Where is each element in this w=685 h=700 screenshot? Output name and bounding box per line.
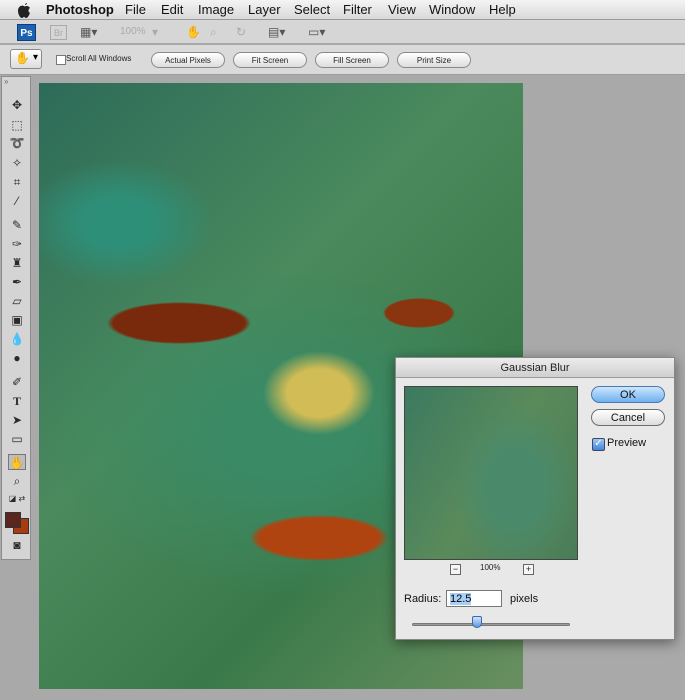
clone-stamp-icon[interactable]: ♜ [8, 255, 26, 271]
magic-wand-icon[interactable]: ✧ [8, 155, 26, 171]
fill-screen-button[interactable]: Fill Screen [315, 52, 389, 68]
radius-label: Radius: [404, 593, 442, 605]
preview-checkbox[interactable]: ✓ [592, 438, 605, 451]
blur-preview[interactable] [404, 386, 578, 560]
screen-mode-icon[interactable]: ▭▾ [308, 25, 325, 39]
dialog-title[interactable]: Gaussian Blur [396, 358, 674, 378]
rotate-view-icon[interactable]: ↻ [236, 25, 246, 39]
preview-label: Preview [607, 437, 647, 449]
menu-image[interactable]: Image [198, 2, 234, 17]
type-icon[interactable]: T [8, 393, 26, 409]
scroll-all-windows-checkbox[interactable] [56, 55, 66, 65]
menu-file[interactable]: File [125, 2, 146, 17]
collapse-icon[interactable]: » [4, 77, 8, 86]
cancel-button[interactable]: Cancel [591, 409, 665, 426]
menu-filter[interactable]: Filter [343, 2, 372, 17]
menu-window[interactable]: Window [429, 2, 475, 17]
view-extras-icon[interactable]: ▦▾ [80, 25, 97, 39]
scroll-all-windows-label: Scroll All Windows [66, 54, 132, 63]
radius-value: 12.5 [450, 593, 472, 605]
menubar: Photoshop File Edit Image Layer Select F… [0, 0, 685, 20]
gradient-icon[interactable]: ▣ [8, 312, 26, 328]
dodge-icon[interactable]: ● [8, 350, 26, 366]
bridge-launch-button[interactable]: Br [50, 25, 67, 40]
radius-slider-thumb[interactable] [472, 616, 482, 628]
shape-icon[interactable]: ▭ [8, 431, 26, 447]
history-brush-icon[interactable]: ✒ [8, 274, 26, 290]
actual-pixels-button[interactable]: Actual Pixels [151, 52, 225, 68]
move-icon[interactable]: ✥ [8, 97, 26, 113]
path-selection-icon[interactable]: ➤ [8, 412, 26, 428]
pen-icon[interactable]: ✐ [8, 374, 26, 390]
radius-unit-label: pixels [510, 593, 539, 605]
blur-icon[interactable]: 💧 [8, 331, 26, 347]
quick-mask-icon[interactable]: ◙ [8, 537, 26, 553]
eyedropper-icon[interactable]: ⁄ [8, 193, 26, 209]
lasso-icon[interactable]: ➰ [8, 135, 26, 151]
hand-icon: ✋ [15, 51, 30, 65]
radius-slider-track[interactable] [412, 623, 570, 626]
print-size-button[interactable]: Print Size [397, 52, 471, 68]
hand-icon[interactable]: ✋ [186, 25, 201, 39]
zoom-icon[interactable]: ⌕ [210, 25, 217, 40]
zoom-out-button[interactable]: − [450, 564, 461, 575]
arrange-documents-icon[interactable]: ▤▾ [268, 25, 285, 39]
chevron-down-icon: ▾ [152, 25, 159, 39]
menu-edit[interactable]: Edit [161, 2, 183, 17]
menu-layer[interactable]: Layer [248, 2, 281, 17]
foreground-color-swatch[interactable] [5, 512, 21, 528]
apple-icon[interactable] [16, 1, 32, 19]
menu-help[interactable]: Help [489, 2, 516, 17]
brush-icon[interactable]: ✑ [8, 236, 26, 252]
zoom-in-button[interactable]: + [523, 564, 534, 575]
healing-brush-icon[interactable]: ✎ [8, 217, 26, 233]
fit-screen-button[interactable]: Fit Screen [233, 52, 307, 68]
swap-colors-icon[interactable]: ◪ ⇄ [8, 491, 26, 507]
tool-preset-picker[interactable]: ✋ ▾ [10, 49, 42, 69]
ok-button[interactable]: OK [591, 386, 665, 403]
zoom-icon[interactable]: ⌕ [8, 473, 26, 489]
radius-input[interactable]: 12.5 [446, 590, 502, 607]
zoom-level-select[interactable]: 100% [120, 26, 146, 37]
hand-icon[interactable]: ✋ [8, 454, 26, 470]
menu-view[interactable]: View [388, 2, 416, 17]
menu-app-name[interactable]: Photoshop [46, 2, 114, 17]
menu-select[interactable]: Select [294, 2, 330, 17]
crop-icon[interactable]: ⌗ [8, 174, 26, 190]
gaussian-blur-dialog: Gaussian Blur − 100% + OK Cancel ✓ Previ… [395, 357, 675, 640]
toolbox: » ✥ ⬚ ➰ ✧ ⌗ ⁄ ✎ ✑ ♜ ✒ ▱ ▣ 💧 ● ✐ T ➤ ▭ ✋ … [1, 76, 31, 560]
preview-zoom-level: 100% [480, 563, 501, 572]
eraser-icon[interactable]: ▱ [8, 293, 26, 309]
photoshop-logo: Ps [17, 24, 36, 41]
chevron-down-icon: ▾ [33, 52, 39, 63]
application-bar [0, 20, 685, 44]
marquee-icon[interactable]: ⬚ [8, 117, 26, 133]
